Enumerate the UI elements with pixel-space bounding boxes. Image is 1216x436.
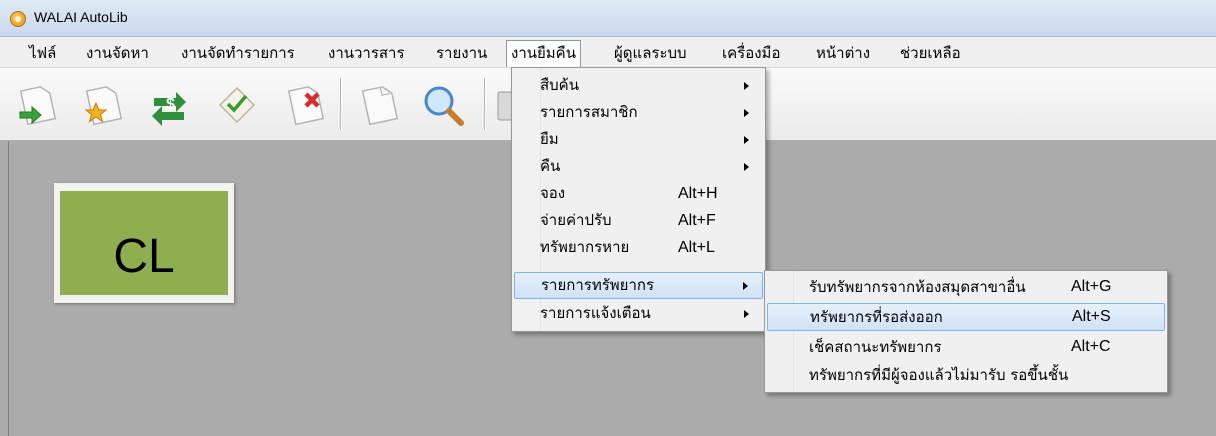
submenu-item-pending-dispatch[interactable]: ทรัพยากรที่รอส่งออก Alt+S	[767, 303, 1165, 331]
dropdown-item-borrow[interactable]: ยืม	[514, 126, 763, 153]
menu-acquisition[interactable]: งานจัดหา	[82, 41, 153, 65]
menu-tools[interactable]: เครื่องมือ	[718, 41, 784, 65]
submenu-arrow-icon	[743, 282, 748, 290]
submenu-arrow-icon	[744, 310, 749, 318]
dropdown-item-return[interactable]: คืน	[514, 153, 763, 180]
doc-arrow-in-icon[interactable]	[14, 82, 60, 128]
app-window: WALAI AutoLib ไฟล์ งานจัดหา งานจัดทำรายก…	[0, 0, 1216, 436]
menu-file[interactable]: ไฟล์	[25, 41, 60, 65]
cl-module-tile[interactable]: CL	[54, 183, 234, 303]
menu-circulation[interactable]: งานยืมคืน	[506, 40, 581, 67]
cl-tile-label: CL	[113, 230, 175, 283]
dropdown-item-search[interactable]: สืบค้น	[514, 72, 763, 99]
magnifier-icon[interactable]	[420, 82, 466, 128]
dropdown-item-reserve[interactable]: จอง Alt+H	[514, 180, 763, 207]
doc-delete-icon[interactable]	[282, 82, 328, 128]
resource-list-submenu: รับทรัพยากรจากห้องสมุดสาขาอื่น Alt+G ทรั…	[764, 270, 1168, 393]
submenu-item-receive-from-branch[interactable]: รับทรัพยากรจากห้องสมุดสาขาอื่น Alt+G	[767, 273, 1165, 301]
menu-cataloging[interactable]: งานจัดทำรายการ	[177, 41, 299, 65]
title-bar[interactable]: WALAI AutoLib	[0, 0, 1216, 37]
blank-page-icon[interactable]	[356, 82, 402, 128]
dropdown-item-pay-fine[interactable]: จ่ายค่าปรับ Alt+F	[514, 207, 763, 234]
dropdown-item-notifications[interactable]: รายการแจ้งเตือน	[514, 300, 763, 327]
menu-serials[interactable]: งานวารสาร	[324, 41, 409, 65]
doc-checklist-icon[interactable]	[214, 82, 260, 128]
menu-reports[interactable]: รายงาน	[432, 41, 491, 65]
submenu-item-check-status[interactable]: เช็คสถานะทรัพยากร Alt+C	[767, 333, 1165, 361]
submenu-arrow-icon	[744, 163, 749, 171]
dropdown-item-resource-list[interactable]: รายการทรัพยากร	[514, 272, 763, 299]
menu-bar: ไฟล์ งานจัดหา งานจัดทำรายการ งานวารสาร ร…	[0, 37, 1216, 68]
cl-tile-face: CL	[60, 191, 228, 295]
menu-window[interactable]: หน้าต่าง	[812, 41, 874, 65]
dollar-exchange-icon[interactable]: $	[146, 82, 192, 128]
menu-admin[interactable]: ผู้ดูแลระบบ	[610, 41, 691, 65]
submenu-item-unclaimed-reserved[interactable]: ทรัพยากรที่มีผู้จองแล้วไม่มารับ รอขึ้นชั…	[767, 361, 1165, 389]
submenu-arrow-icon	[744, 82, 749, 90]
submenu-arrow-icon	[744, 109, 749, 117]
window-title: WALAI AutoLib	[34, 9, 128, 25]
circulation-dropdown: สืบค้น รายการสมาชิก ยืม คืน จอง Alt+H จ่…	[511, 67, 766, 332]
app-logo-icon	[10, 11, 26, 27]
svg-text:$: $	[166, 96, 175, 113]
dropdown-item-members[interactable]: รายการสมาชิก	[514, 99, 763, 126]
dropdown-item-lost-items[interactable]: ทรัพยากรหาย Alt+L	[514, 234, 763, 261]
menu-help[interactable]: ช่วยเหลือ	[896, 41, 965, 65]
submenu-arrow-icon	[744, 136, 749, 144]
doc-star-icon[interactable]	[80, 82, 126, 128]
